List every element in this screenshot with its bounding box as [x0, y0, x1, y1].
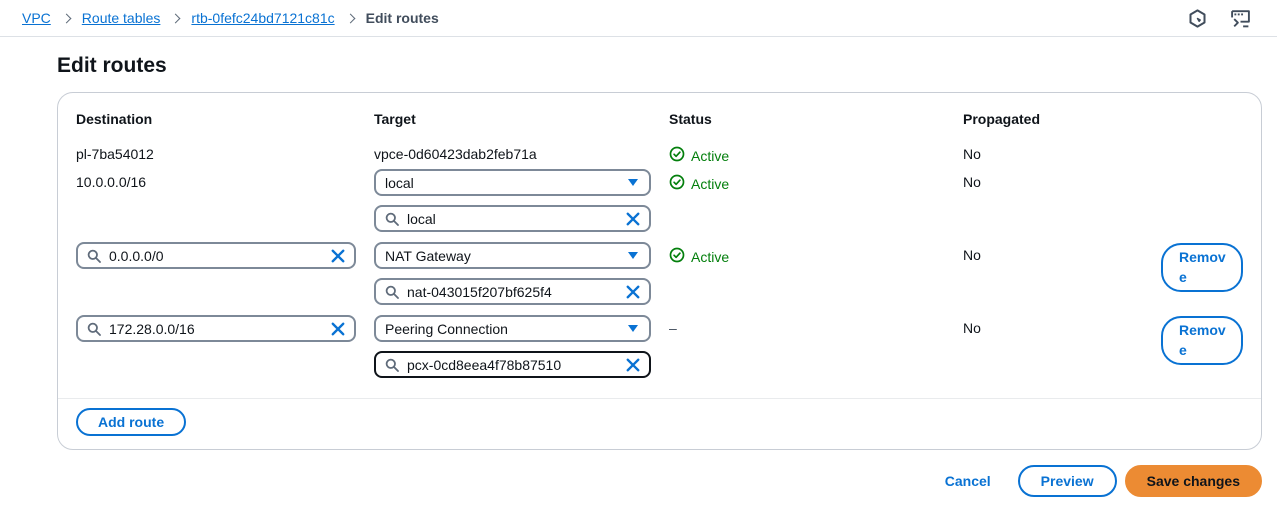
destination-input[interactable] — [109, 244, 323, 267]
propagated-value: No — [963, 169, 1161, 195]
chevron-down-icon — [628, 179, 638, 186]
table-row: Peering Connection — [76, 315, 1243, 378]
status-label: Active — [691, 176, 729, 192]
add-route-button[interactable]: Add route — [76, 408, 186, 436]
status-label: Active — [691, 148, 729, 164]
propagated-value: No — [963, 242, 1161, 268]
status-cell: Active — [669, 242, 963, 266]
destination-input[interactable] — [109, 317, 323, 340]
breadcrumb-link-vpc[interactable]: VPC — [22, 10, 51, 26]
history-hexagon-icon[interactable] — [1188, 9, 1207, 28]
page-content: Edit routes Destination Target Status Pr… — [0, 54, 1277, 497]
table-row: NAT Gateway — [76, 242, 1243, 305]
breadcrumb-link-route-tables[interactable]: Route tables — [82, 10, 161, 26]
preview-button[interactable]: Preview — [1018, 465, 1117, 497]
target-type-selected-value: NAT Gateway — [385, 248, 471, 264]
remove-route-button[interactable]: Remove — [1161, 316, 1243, 365]
target-search-input[interactable] — [407, 280, 618, 303]
search-icon — [385, 285, 399, 299]
destination-value: 10.0.0.0/16 — [76, 169, 374, 195]
search-icon — [87, 322, 101, 336]
status-cell: Active — [669, 141, 963, 165]
target-type-select[interactable]: Peering Connection — [374, 315, 651, 342]
search-icon — [385, 212, 399, 226]
page-title: Edit routes — [57, 54, 1262, 78]
search-icon — [385, 358, 399, 372]
column-header-target: Target — [374, 106, 669, 132]
breadcrumb-separator-icon — [171, 13, 181, 23]
breadcrumb-current-page: Edit routes — [366, 10, 439, 26]
column-header-status: Status — [669, 106, 963, 132]
footer-actions: Cancel Preview Save changes — [57, 465, 1262, 497]
propagated-value: No — [963, 141, 1161, 167]
target-type-select[interactable]: local — [374, 169, 651, 196]
column-header-destination: Destination — [76, 106, 374, 132]
search-icon — [87, 249, 101, 263]
clear-icon[interactable] — [626, 212, 640, 226]
target-value: vpce-0d60423dab2feb71a — [374, 141, 669, 167]
destination-search-box[interactable] — [76, 242, 356, 269]
target-type-select[interactable]: NAT Gateway — [374, 242, 651, 269]
table-row: 10.0.0.0/16 local — [76, 169, 1243, 232]
top-navigation-bar: VPC Route tables rtb-0fefc24bd7121c81c E… — [0, 0, 1277, 37]
status-cell: Active — [669, 169, 963, 193]
chevron-down-icon — [628, 252, 638, 259]
table-header-row: Destination Target Status Propagated — [76, 106, 1243, 132]
target-search-input[interactable] — [407, 353, 618, 376]
clear-icon[interactable] — [626, 285, 640, 299]
remove-route-button[interactable]: Remove — [1161, 243, 1243, 292]
breadcrumb: VPC Route tables rtb-0fefc24bd7121c81c E… — [22, 10, 439, 26]
breadcrumb-separator-icon — [61, 13, 71, 23]
status-active-icon — [669, 146, 685, 165]
clear-icon[interactable] — [331, 322, 345, 336]
edit-routes-card: Destination Target Status Propagated pl-… — [57, 92, 1262, 450]
clear-icon[interactable] — [331, 249, 345, 263]
save-changes-button[interactable]: Save changes — [1125, 465, 1262, 497]
cancel-button[interactable]: Cancel — [945, 473, 991, 489]
table-row: pl-7ba54012 vpce-0d60423dab2feb71a Activ… — [76, 141, 1243, 167]
chevron-down-icon — [628, 325, 638, 332]
breadcrumb-link-route-table-id[interactable]: rtb-0fefc24bd7121c81c — [191, 10, 334, 26]
target-search-input[interactable] — [407, 207, 618, 230]
status-label: Active — [691, 249, 729, 265]
breadcrumb-separator-icon — [345, 13, 355, 23]
target-type-selected-value: local — [385, 175, 414, 191]
destination-value: pl-7ba54012 — [76, 141, 374, 167]
status-active-icon — [669, 247, 685, 266]
cloudshell-icon[interactable] — [1230, 9, 1251, 28]
target-type-selected-value: Peering Connection — [385, 321, 508, 337]
status-active-icon — [669, 174, 685, 193]
target-search-box-focused[interactable] — [374, 351, 651, 378]
propagated-value: No — [963, 315, 1161, 341]
status-empty-value: – — [669, 315, 963, 336]
target-search-box[interactable] — [374, 278, 651, 305]
destination-search-box[interactable] — [76, 315, 356, 342]
column-header-propagated: Propagated — [963, 106, 1161, 132]
target-search-box[interactable] — [374, 205, 651, 232]
clear-icon[interactable] — [626, 358, 640, 372]
